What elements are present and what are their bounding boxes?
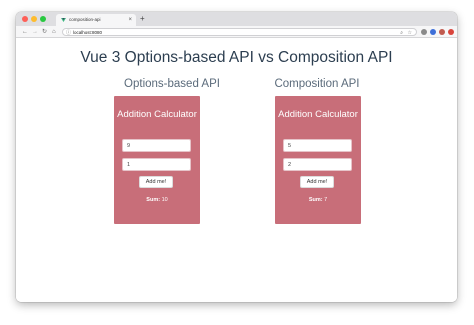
- minimize-window-button[interactable]: [31, 16, 37, 22]
- forward-icon[interactable]: →: [32, 26, 38, 38]
- browser-window: composition-api × + ← → ↻ ⌂ ⓘ localhost:…: [16, 12, 457, 302]
- second-number-input[interactable]: [283, 158, 352, 171]
- sum-value: 10: [161, 197, 168, 203]
- sum-display: Sum: 10: [114, 197, 200, 203]
- bookmark-star-icon[interactable]: ☆: [408, 29, 412, 37]
- sum-label: Sum:: [308, 197, 323, 203]
- calculator-title: Addition Calculator: [117, 109, 197, 120]
- add-button[interactable]: Add me!: [139, 176, 173, 188]
- zoom-icon[interactable]: ⌕: [400, 29, 403, 37]
- home-icon[interactable]: ⌂: [52, 26, 56, 38]
- address-url[interactable]: localhost:8080: [73, 29, 102, 37]
- address-bar[interactable]: ⓘ localhost:8080 ⌕ ☆: [62, 28, 417, 36]
- first-number-input[interactable]: [283, 139, 352, 152]
- close-window-button[interactable]: [22, 16, 28, 22]
- composition-calculator-card: Addition Calculator Add me! Sum: 7: [275, 96, 361, 224]
- column-heading-composition: Composition API: [274, 78, 360, 90]
- maximize-window-button[interactable]: [40, 16, 46, 22]
- reload-icon[interactable]: ↻: [42, 26, 47, 38]
- column-heading-options: Options-based API: [124, 78, 220, 90]
- new-tab-button[interactable]: +: [140, 13, 145, 25]
- page-title: Vue 3 Options-based API vs Composition A…: [80, 49, 393, 66]
- close-tab-icon[interactable]: ×: [128, 14, 132, 26]
- info-icon[interactable]: ⓘ: [66, 29, 71, 37]
- profile-avatar-icon[interactable]: [439, 29, 445, 35]
- sum-display: Sum: 7: [275, 197, 361, 203]
- browser-tab[interactable]: composition-api ×: [56, 14, 136, 26]
- vue-logo-icon: [61, 18, 66, 22]
- tab-title: composition-api: [69, 17, 101, 22]
- browser-toolbar: ← → ↻ ⌂ ⓘ localhost:8080 ⌕ ☆: [16, 26, 457, 38]
- back-icon[interactable]: ←: [22, 26, 28, 38]
- tab-strip: composition-api × +: [16, 12, 457, 26]
- first-number-input[interactable]: [122, 139, 191, 152]
- sum-value: 7: [324, 197, 328, 203]
- add-button[interactable]: Add me!: [300, 176, 334, 188]
- calculator-title: Addition Calculator: [278, 109, 358, 120]
- extension-icon[interactable]: [421, 29, 427, 35]
- extension-shield-icon[interactable]: [430, 29, 436, 35]
- options-calculator-card: Addition Calculator Add me! Sum: 10: [114, 96, 200, 224]
- second-number-input[interactable]: [122, 158, 191, 171]
- extension-alert-icon[interactable]: [448, 29, 454, 35]
- sum-label: Sum:: [146, 197, 161, 203]
